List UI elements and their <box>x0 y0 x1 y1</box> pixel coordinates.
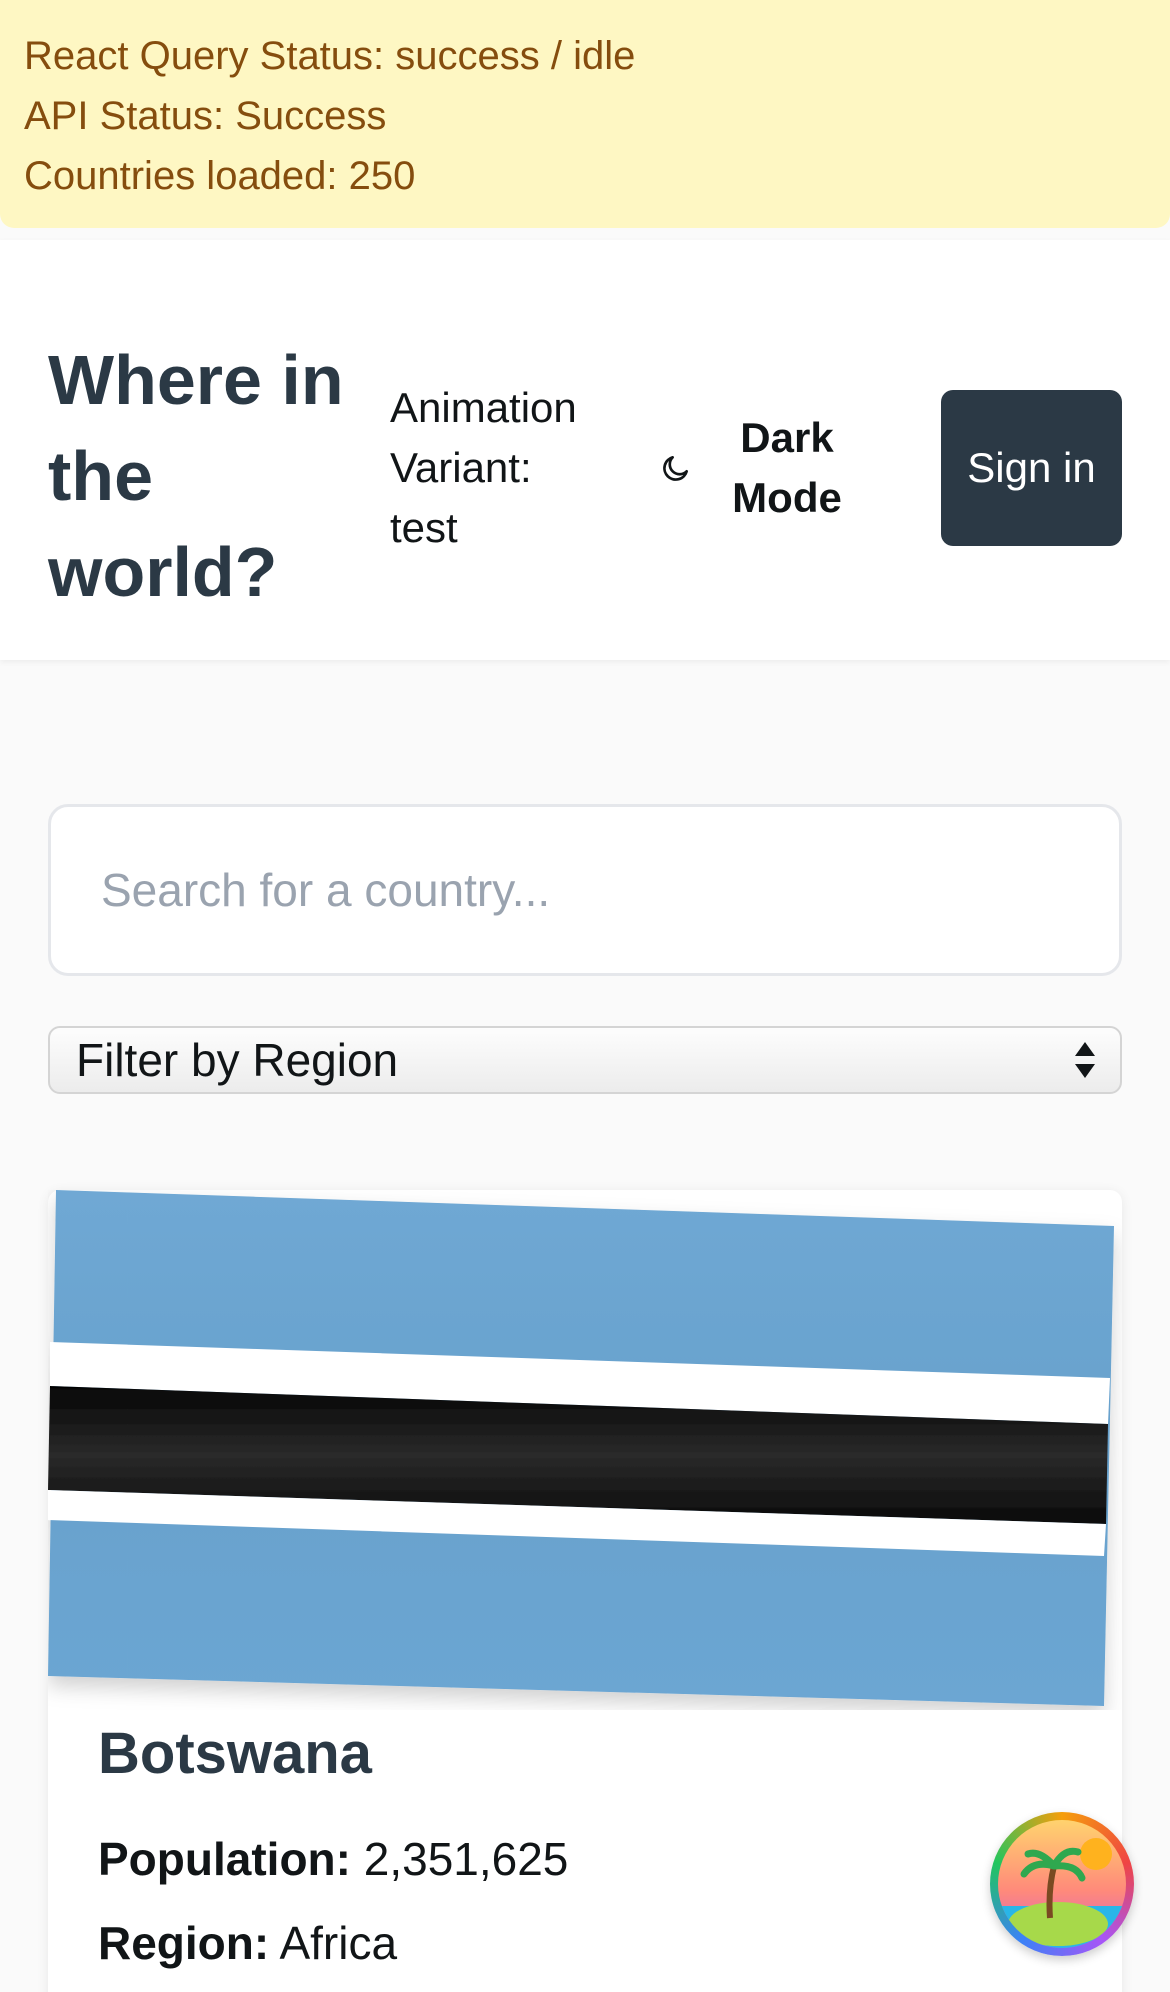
debug-status-banner: React Query Status: success / idle API S… <box>0 0 1170 228</box>
query-status-text: React Query Status: success / idle <box>24 34 636 78</box>
search-input[interactable] <box>101 863 1119 917</box>
page-title: Where in the world? <box>48 341 344 611</box>
country-flag-image <box>48 1190 1122 1710</box>
region-filter-value: Filter by Region <box>76 1034 399 1086</box>
dark-mode-toggle[interactable]: Dark Mode <box>660 408 860 528</box>
floating-avatar-button[interactable] <box>990 1812 1134 1956</box>
animation-variant-label: Animation Variant: test <box>390 384 577 551</box>
sign-in-button[interactable]: Sign in <box>941 390 1122 546</box>
chevron-up-down-icon <box>1075 1042 1095 1078</box>
moon-icon <box>663 456 688 481</box>
site-header: Where in the world? Animation Variant: t… <box>0 240 1170 660</box>
search-box <box>48 804 1122 976</box>
population-value: 2,351,625 <box>363 1833 569 1885</box>
country-name: Botswana <box>98 1721 372 1786</box>
api-status-text: API Status: Success <box>24 94 387 138</box>
region-label: Region: <box>98 1917 270 1969</box>
population-label: Population: <box>98 1833 351 1885</box>
dark-mode-label: Dark Mode <box>732 414 842 521</box>
region-filter-select[interactable]: Filter by Region <box>48 1026 1122 1094</box>
population-row: Population: 2,351,625 <box>98 1832 568 1886</box>
region-row: Region: Africa <box>98 1916 397 1970</box>
island-avatar-icon <box>998 1820 1126 1948</box>
countries-loaded-text: Countries loaded: 250 <box>24 154 416 198</box>
region-value: Africa <box>279 1917 398 1969</box>
